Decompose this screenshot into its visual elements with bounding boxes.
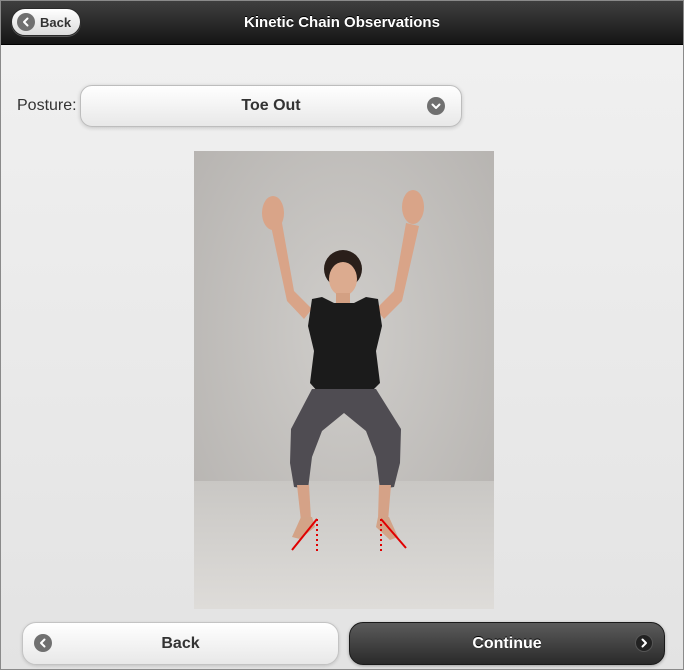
back-button-label: Back (161, 635, 200, 652)
chevron-left-icon (17, 13, 35, 31)
chevron-down-icon (427, 97, 445, 115)
continue-button[interactable]: Continue (349, 622, 665, 665)
posture-photo (194, 151, 494, 609)
app-window: Kinetic Chain Observations Back Posture:… (0, 0, 684, 670)
header-back-button[interactable]: Back (11, 8, 82, 36)
header-back-label: Back (40, 14, 72, 30)
posture-select[interactable]: Toe Out (80, 85, 462, 127)
posture-label: Posture: (17, 97, 77, 114)
chevron-right-icon (635, 634, 653, 652)
back-button[interactable]: Back (22, 622, 339, 665)
posture-select-value: Toe Out (241, 97, 301, 114)
page-title: Kinetic Chain Observations (244, 14, 440, 31)
header-bar: Kinetic Chain Observations Back (1, 1, 683, 45)
continue-button-label: Continue (472, 635, 542, 652)
